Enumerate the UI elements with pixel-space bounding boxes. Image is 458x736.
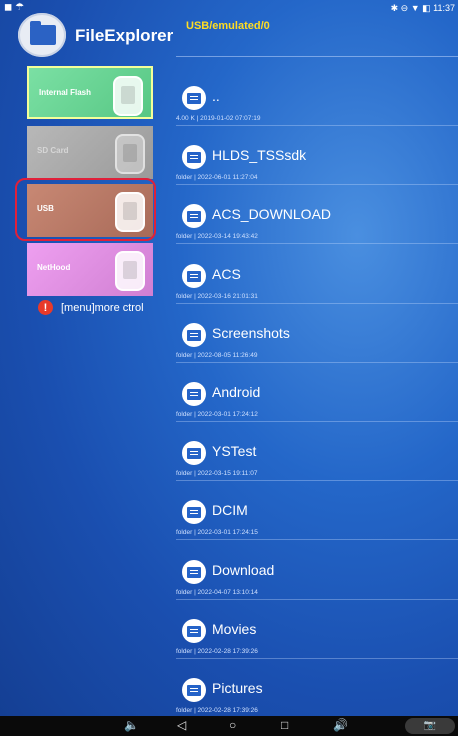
file-name: ACS [212, 265, 241, 282]
list-item[interactable]: Movies folder | 2022-02-28 17:39:26 [176, 593, 458, 659]
header-divider [176, 56, 458, 57]
usb-selection-highlight [15, 178, 156, 241]
file-name: Movies [212, 620, 257, 637]
home-icon[interactable]: ○ [229, 718, 236, 732]
folder-icon [182, 441, 206, 466]
folder-icon [182, 145, 206, 170]
file-info: folder | 2022-02-28 17:39:26 [176, 707, 258, 714]
list-item[interactable]: Screenshots folder | 2022-08-05 11:26:49 [176, 297, 458, 363]
app-title: FileExplorer [75, 26, 174, 45]
file-name: Screenshots [212, 324, 290, 341]
volume-up-icon[interactable]: 🔊 [333, 718, 348, 732]
more-control-label: [menu]more ctrol [61, 301, 144, 314]
file-name: ACS_DOWNLOAD [212, 206, 332, 223]
folder-icon [182, 86, 206, 110]
file-name: Android [212, 384, 261, 400]
file-name: DCIM [212, 502, 248, 519]
back-icon[interactable]: ◁ [177, 718, 186, 732]
volume-down-icon[interactable]: 🔈 [124, 718, 139, 732]
file-name: YSTest [212, 443, 257, 460]
file-name: Download [212, 561, 275, 578]
storage-label: SD Card [37, 146, 69, 155]
app-header: FileExplorer USB/emulated/0 [0, 0, 458, 60]
list-item[interactable]: Pictures folder | 2022-02-28 17:39:26 [176, 652, 458, 718]
file-name: .. [212, 88, 220, 104]
storage-internal-flash[interactable]: Internal Flash [27, 66, 153, 119]
list-item[interactable]: ACS_DOWNLOAD folder | 2022-03-14 19:43:42 [176, 178, 458, 245]
storage-nethood[interactable]: NetHood [27, 243, 153, 296]
list-item[interactable]: YSTest folder | 2022-03-15 19:11:07 [176, 415, 458, 482]
navigation-bar: 🔈 ◁ ○ □ 🔊 📷 [0, 716, 458, 736]
storage-label: NetHood [37, 263, 71, 272]
chip-icon [113, 76, 143, 116]
folder-icon [182, 382, 206, 406]
list-item[interactable]: .. 4.00 K | 2019-01-02 07:07:19 [176, 60, 458, 126]
warning-icon: ! [38, 300, 53, 315]
folder-icon [182, 618, 206, 643]
folder-icon [182, 500, 206, 525]
list-item[interactable]: DCIM folder | 2022-03-01 17:24:15 [176, 474, 458, 541]
sdcard-icon [115, 134, 145, 174]
screenshot-icon[interactable]: 📷 [405, 718, 455, 734]
current-path: USB/emulated/0 [186, 20, 270, 32]
file-name: Pictures [212, 680, 263, 696]
network-icon [115, 251, 145, 291]
folder-icon [182, 678, 206, 702]
storage-label: Internal Flash [39, 88, 92, 97]
storage-sd-card[interactable]: SD Card [27, 126, 153, 179]
list-item[interactable]: ACS folder | 2022-03-16 21:01:31 [176, 238, 458, 304]
folder-icon [182, 559, 206, 584]
folder-icon[interactable] [18, 13, 66, 57]
more-control[interactable]: ! [menu]more ctrol [38, 300, 144, 315]
folder-icon [182, 204, 206, 229]
recents-icon[interactable]: □ [281, 718, 288, 732]
list-item[interactable]: Android folder | 2022-03-01 17:24:12 [176, 356, 458, 422]
folder-icon [182, 263, 206, 288]
list-item[interactable]: HLDS_TSSsdk folder | 2022-06-01 11:27:04 [176, 119, 458, 186]
folder-icon [182, 322, 206, 347]
list-item[interactable]: Download folder | 2022-04-07 13:10:14 [176, 534, 458, 600]
file-name: HLDS_TSSsdk [212, 147, 307, 164]
